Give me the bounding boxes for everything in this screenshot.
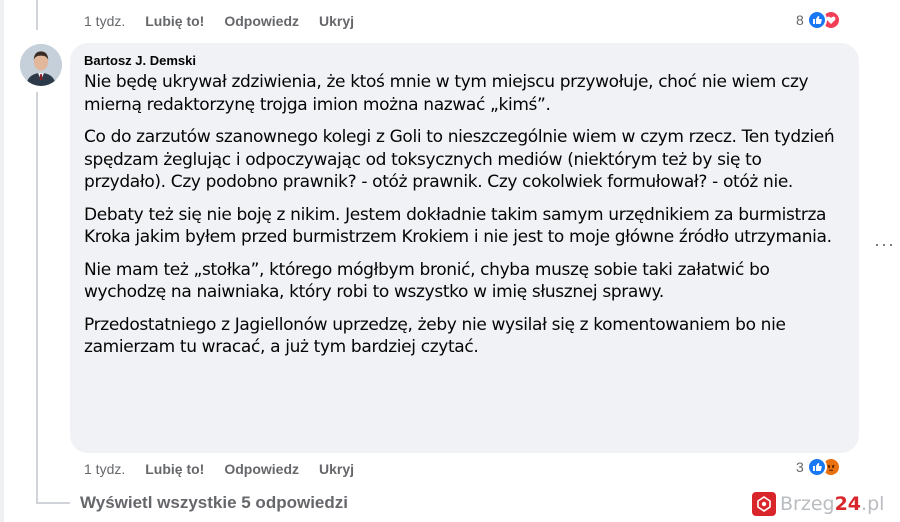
like-button[interactable]: Lubię to! (145, 461, 204, 477)
reaction-count: 8 (796, 12, 804, 28)
comment-paragraph: Co do zarzutów szanownego kolegi z Goli … (84, 127, 835, 192)
more-options-icon[interactable]: ··· (874, 234, 895, 255)
previous-comment-reactions[interactable]: 8 (796, 10, 841, 30)
thread-line (36, 92, 38, 504)
hide-button[interactable]: Ukryj (319, 461, 354, 477)
avatar[interactable] (20, 44, 62, 86)
comment-author[interactable]: Bartosz J. Demski (84, 53, 845, 68)
comment-timestamp[interactable]: 1 tydz. (84, 13, 125, 29)
thread-branch (36, 502, 70, 504)
like-icon (806, 10, 827, 30)
comment-reactions[interactable]: 3 (796, 457, 841, 477)
comment-bubble: Bartosz J. Demski Nie będę ukrywał zdziw… (70, 43, 859, 453)
comment-paragraph: Nie mam też „stołka”, którego mógłbym br… (84, 259, 770, 303)
view-all-replies-link[interactable]: Wyświetl wszystkie 5 odpowiedzi (80, 493, 348, 513)
reply-button[interactable]: Odpowiedz (224, 13, 299, 29)
comment-paragraph: Debaty też się nie boję z nikim. Jestem … (84, 204, 832, 248)
like-button[interactable]: Lubię to! (145, 13, 204, 29)
left-edge-strip (0, 0, 4, 522)
hide-button[interactable]: Ukryj (319, 13, 354, 29)
brzeg24-watermark: Brzeg24.pl (752, 492, 884, 516)
comment-paragraph: Przedostatniego z Jagiellonów uprzedzę, … (84, 314, 786, 358)
reply-button[interactable]: Odpowiedz (224, 461, 299, 477)
reaction-count: 3 (796, 459, 804, 475)
brzeg24-logo-icon (752, 492, 776, 516)
thread-line-top (36, 0, 38, 30)
like-icon (806, 457, 827, 477)
watermark-text: Brzeg24.pl (780, 493, 885, 515)
previous-comment-actions: 1 tydz. Lubię to! Odpowiedz Ukryj (84, 13, 374, 29)
comment-timestamp[interactable]: 1 tydz. (84, 461, 125, 477)
comment-paragraph: Nie będę ukrywał zdziwienia, że ktoś mni… (84, 72, 809, 115)
comment-actions: 1 tydz. Lubię to! Odpowiedz Ukryj (84, 461, 374, 477)
